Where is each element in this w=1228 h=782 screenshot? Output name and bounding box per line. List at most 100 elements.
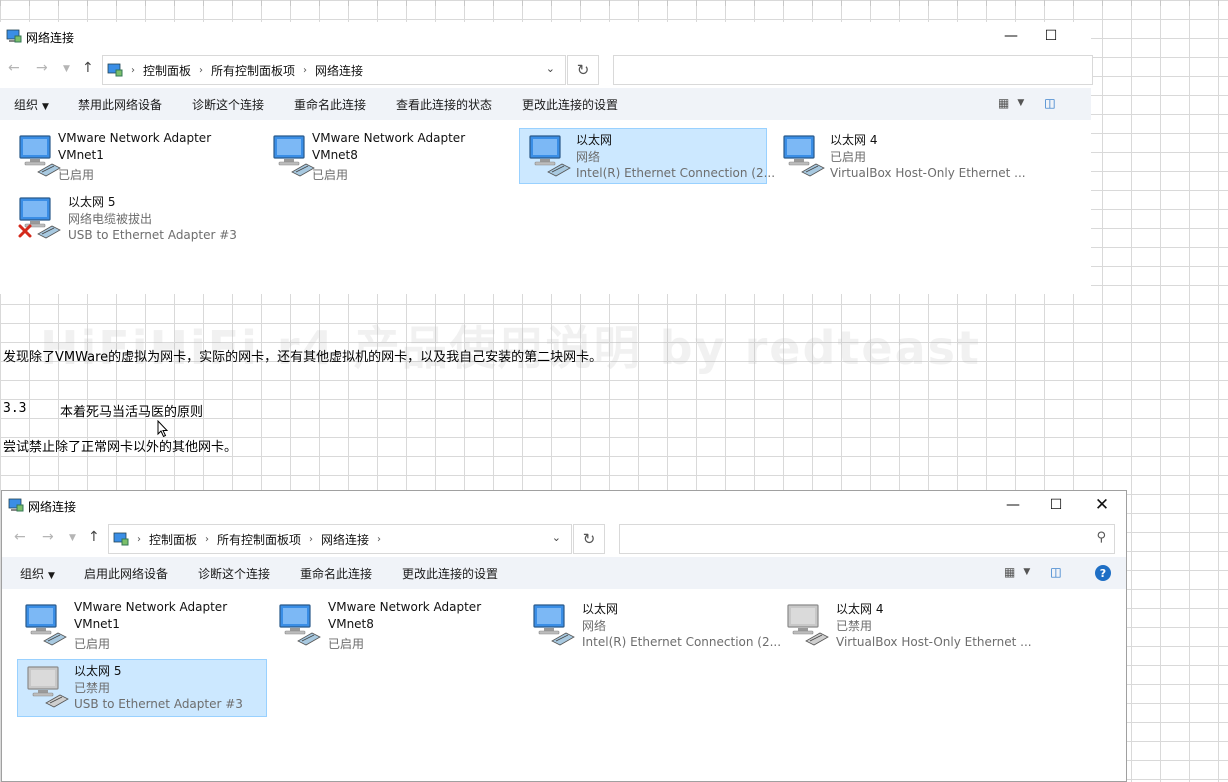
adapter-name: 以太网 5: [74, 664, 122, 678]
preview-pane-icon[interactable]: ◫: [1044, 96, 1055, 110]
back-button[interactable]: ←: [14, 529, 26, 545]
view-icon[interactable]: ▦: [1004, 565, 1015, 579]
diagnose-button[interactable]: 诊断这个连接: [192, 96, 264, 113]
adapter-name: 以太网: [576, 133, 613, 147]
rename-button[interactable]: 重命名此连接: [294, 96, 366, 113]
network-adapter-icon: [279, 604, 321, 646]
caret-down-icon[interactable]: ▼: [1017, 98, 1024, 108]
recent-dropdown[interactable]: ▼: [69, 533, 76, 543]
adapter-name: VMware Network Adapter: [328, 600, 482, 614]
search-input[interactable]: [613, 55, 1093, 85]
adapter-description: VirtualBox Host-Only Ethernet ...: [836, 635, 1032, 649]
view-status-button[interactable]: 查看此连接的状态: [396, 96, 492, 113]
adapter-status: 已禁用: [74, 681, 111, 695]
watermark: HiFiHiFi r4 产品使用说明 by redteast: [40, 321, 981, 375]
list-item[interactable]: 以太网 网络 Intel(R) Ethernet Connection (2..…: [523, 597, 781, 653]
adapter-name: VMware Network Adapter: [74, 600, 228, 614]
network-connections-window-top: 网络连接 — ☐ ← → ▼ ↑ › 控制面板 › 所有控制面板项 › 网络连接…: [0, 22, 1093, 294]
adapter-name-2: VMnet1: [58, 148, 104, 162]
adapter-name: 以太网: [582, 602, 619, 616]
organize-menu[interactable]: 组织 ▼: [14, 96, 49, 113]
search-icon[interactable]: ⚲: [1096, 530, 1106, 545]
change-settings-button[interactable]: 更改此连接的设置: [522, 96, 618, 113]
up-button[interactable]: ↑: [88, 529, 100, 545]
caret-down-icon: ▼: [48, 570, 55, 581]
back-button[interactable]: ←: [8, 60, 20, 76]
adapter-status: 已启用: [74, 637, 111, 651]
rename-button[interactable]: 重命名此连接: [300, 565, 372, 582]
adapter-name: 以太网 5: [68, 195, 116, 209]
chevron-down-icon[interactable]: ⌄: [546, 62, 555, 75]
maximize-button[interactable]: ☐: [1028, 22, 1074, 50]
network-folder-icon: [6, 29, 22, 43]
adapter-name: 以太网 4: [830, 133, 878, 147]
list-item[interactable]: VMware Network Adapter VMnet8 已启用: [269, 597, 517, 653]
organize-menu[interactable]: 组织 ▼: [20, 565, 55, 582]
view-options: ▦ ▼ ◫: [998, 96, 1056, 110]
caret-down-icon: ▼: [42, 101, 49, 112]
adapter-status: 已禁用: [836, 619, 873, 633]
adapter-name: VMware Network Adapter: [58, 131, 212, 145]
address-bar[interactable]: › 控制面板 › 所有控制面板项 › 网络连接 › ⌄: [108, 524, 572, 554]
refresh-button[interactable]: ↻: [573, 524, 605, 554]
adapter-status: 已启用: [312, 168, 349, 182]
search-input[interactable]: ⚲: [619, 524, 1115, 554]
close-button[interactable]: ✕: [1079, 491, 1125, 519]
address-row: ← → ▼ ↑ › 控制面板 › 所有控制面板项 › 网络连接 › ⌄ ↻ ⚲: [2, 519, 1126, 557]
forward-button[interactable]: →: [42, 529, 54, 545]
refresh-icon: ↻: [576, 61, 590, 79]
list-item[interactable]: VMware Network Adapter VMnet8 已启用: [263, 128, 511, 184]
chevron-right-icon: ›: [205, 533, 210, 545]
command-bar: 组织 ▼ 禁用此网络设备 诊断这个连接 重命名此连接 查看此连接的状态 更改此连接…: [0, 88, 1091, 120]
diagnose-button[interactable]: 诊断这个连接: [198, 565, 270, 582]
list-item[interactable]: 以太网 4 已启用 VirtualBox Host-Only Ethernet …: [773, 128, 1026, 184]
list-item[interactable]: 以太网 网络 Intel(R) Ethernet Connection (2..…: [519, 128, 775, 184]
network-adapter-icon: [533, 604, 575, 646]
network-connections-window-bottom: 网络连接 — ☐ ✕ ← → ▼ ↑ › 控制面板 › 所有控制面板项 › 网络…: [1, 490, 1127, 782]
heading-text: 本着死马当活马医的原则: [60, 405, 204, 420]
recent-dropdown[interactable]: ▼: [63, 64, 70, 74]
preview-pane-icon[interactable]: ◫: [1050, 565, 1061, 579]
view-icon[interactable]: ▦: [998, 96, 1009, 110]
list-item[interactable]: 以太网 5 已禁用 USB to Ethernet Adapter #3: [17, 659, 267, 717]
network-adapter-icon: [27, 666, 69, 708]
address-bar[interactable]: › 控制面板 › 所有控制面板项 › 网络连接 ⌄: [102, 55, 566, 85]
help-icon[interactable]: ?: [1095, 565, 1111, 581]
adapter-description: VirtualBox Host-Only Ethernet ...: [830, 166, 1026, 180]
breadcrumb-network[interactable]: 网络连接: [315, 62, 363, 79]
title-bar: 网络连接 — ☐: [0, 22, 1091, 50]
chevron-right-icon: ›: [199, 64, 204, 76]
refresh-button[interactable]: ↻: [567, 55, 599, 85]
list-item[interactable]: 以太网 5 网络电缆被拔出 USB to Ethernet Adapter #3: [9, 190, 257, 246]
breadcrumb-network[interactable]: 网络连接: [321, 531, 369, 548]
chevron-right-icon: ›: [309, 533, 314, 545]
network-adapter-icon: [529, 135, 571, 177]
chevron-down-icon[interactable]: ⌄: [552, 531, 561, 544]
list-item[interactable]: 以太网 4 已禁用 VirtualBox Host-Only Ethernet …: [777, 597, 1032, 653]
breadcrumb-control-panel[interactable]: 控制面板: [143, 62, 191, 79]
breadcrumb-all-items[interactable]: 所有控制面板项: [217, 531, 301, 548]
forward-button[interactable]: →: [36, 60, 48, 76]
adapter-description: Intel(R) Ethernet Connection (2...: [582, 635, 782, 649]
up-button[interactable]: ↑: [82, 60, 94, 76]
disable-device-button[interactable]: 禁用此网络设备: [78, 96, 162, 113]
change-settings-button[interactable]: 更改此连接的设置: [402, 565, 498, 582]
adapter-status: 已启用: [830, 150, 867, 164]
breadcrumb-all-items[interactable]: 所有控制面板项: [211, 62, 295, 79]
view-options: ▦ ▼ ◫: [1004, 565, 1062, 579]
heading-number: 3.3: [3, 401, 27, 416]
network-adapter-icon: [273, 135, 315, 177]
minimize-button[interactable]: —: [990, 491, 1036, 519]
chevron-right-icon: ›: [377, 533, 382, 545]
address-row: ← → ▼ ↑ › 控制面板 › 所有控制面板项 › 网络连接 ⌄ ↻: [0, 50, 1093, 88]
list-item[interactable]: VMware Network Adapter VMnet1 已启用: [15, 597, 263, 653]
command-bar: 组织 ▼ 启用此网络设备 诊断这个连接 重命名此连接 更改此连接的设置 ▦ ▼ ◫…: [2, 557, 1126, 589]
caret-down-icon[interactable]: ▼: [1023, 567, 1030, 577]
title-bar: 网络连接 — ☐ ✕: [2, 491, 1126, 519]
enable-device-button[interactable]: 启用此网络设备: [84, 565, 168, 582]
chevron-right-icon: ›: [303, 64, 308, 76]
list-item[interactable]: VMware Network Adapter VMnet1 已启用: [9, 128, 257, 184]
adapter-status: 已启用: [328, 637, 365, 651]
maximize-button[interactable]: ☐: [1033, 491, 1079, 519]
breadcrumb-control-panel[interactable]: 控制面板: [149, 531, 197, 548]
